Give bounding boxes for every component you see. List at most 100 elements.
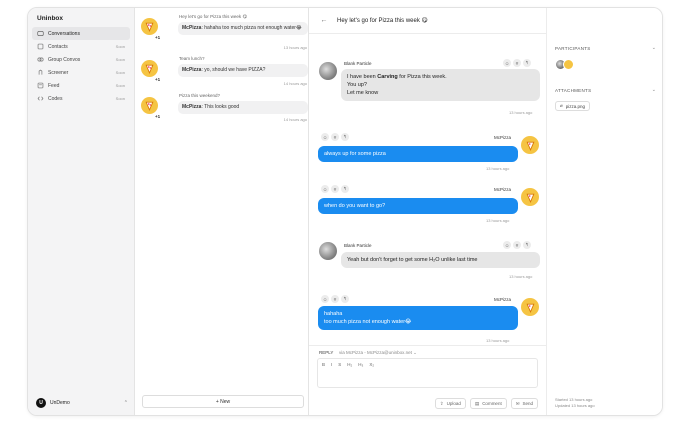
message-actions: ☺ # ↰ — [503, 241, 533, 249]
message-text-bold: Carving — [377, 74, 398, 80]
reply-icon[interactable]: ↰ — [341, 185, 349, 193]
message-text-pre: I have been — [347, 74, 378, 80]
upload-button[interactable]: ⇪ Upload — [434, 398, 466, 409]
feed-icon — [37, 82, 44, 89]
message-actions: ☺ # ↰ — [321, 133, 351, 141]
sidebar-item-screener[interactable]: Screener Soon — [32, 66, 130, 79]
list-item[interactable]: +1 Pizza this weekend? McPizza: This loo… — [141, 93, 308, 131]
message-text: when do you want to go? — [324, 203, 386, 209]
message-sender: McPizza — [494, 187, 512, 192]
upload-label: Upload — [446, 401, 461, 406]
preview-sender: McPizza — [182, 104, 202, 110]
message-outgoing: ☺ # ↰ McPizza when do you want to go? 13 h… — [309, 184, 546, 224]
screener-icon — [37, 69, 44, 76]
contacts-icon — [37, 43, 44, 50]
heading2-button[interactable]: H₂ — [347, 362, 352, 367]
sidebar-item-codes[interactable]: Codes Soon — [32, 92, 130, 105]
reply-icon[interactable]: ↰ — [523, 241, 531, 249]
emoji-icon[interactable]: ☺ — [321, 185, 329, 193]
conversation-subject: Hey let's go for Pizza this week 😋 — [179, 14, 248, 19]
group-icon — [37, 56, 44, 63]
sidebar: Uninbox Conversations Contacts Soon Grou… — [28, 8, 135, 415]
emoji-icon[interactable]: ☺ — [503, 241, 511, 249]
message-actions: ☺ # ↰ — [503, 59, 533, 67]
attachments-heading: ATTACHMENTS — [555, 88, 592, 93]
participant-avatars — [555, 59, 574, 70]
soon-badge: Soon — [115, 70, 125, 75]
reply-editor[interactable]: B I S H₂ H₃ X₂ — [317, 358, 538, 388]
subscript-button[interactable]: X₂ — [369, 362, 374, 367]
reply-icon[interactable]: ↰ — [523, 59, 531, 67]
preview-text: : yo, should we have PIZZA? — [201, 67, 266, 73]
attachment-name: pizza.png — [565, 103, 585, 109]
app-window: Uninbox Conversations Contacts Soon Grou… — [27, 7, 663, 416]
message-outgoing: ☺ # ↰ McPizza always up for some pizza 13 … — [309, 132, 546, 172]
pizza-avatar-icon — [141, 60, 158, 77]
message-sender: Blank Particle — [344, 243, 372, 248]
send-button[interactable]: ✉ Send — [510, 398, 538, 409]
reply-composer: REPLY via McPizza - McPizza@uninbox.net … — [309, 345, 546, 415]
reply-icon[interactable]: ↰ — [341, 295, 349, 303]
chevron-down-icon[interactable]: ⌄ — [652, 45, 656, 51]
bold-button[interactable]: B — [322, 362, 325, 367]
chevron-down-icon[interactable]: ⌄ — [652, 87, 656, 93]
message-incoming: Blank Particle ☺ # ↰ I have been Carving f… — [309, 58, 546, 118]
emoji-icon[interactable]: ☺ — [321, 133, 329, 141]
comment-icon[interactable]: # — [331, 295, 339, 303]
list-item[interactable]: +1 Team lunch? McPizza: yo, should we ha… — [141, 56, 308, 94]
conversation-list: +1 Hey let's go for Pizza this week 😋 Mc… — [135, 8, 309, 415]
message-text: hahaha — [324, 311, 343, 317]
sidebar-item-label: Screener — [48, 69, 69, 76]
message-text: I have been Carving for Pizza this week. — [347, 73, 534, 81]
sidebar-item-label: Conversations — [48, 30, 80, 37]
sidebar-item-contacts[interactable]: Contacts Soon — [32, 40, 130, 53]
app-name: Uninbox — [37, 15, 63, 22]
formatting-toolbar: B I S H₂ H₃ X₂ — [322, 362, 380, 367]
list-item[interactable]: +1 Hey let's go for Pizza this week 😋 Mc… — [141, 14, 308, 52]
send-label: Send — [522, 401, 533, 406]
sidebar-item-label: Contacts — [48, 43, 68, 50]
conversation-time: 13 hours ago — [283, 45, 307, 50]
italic-button[interactable]: I — [331, 362, 332, 367]
attachment-chip[interactable]: ⌀ pizza.png — [555, 101, 590, 111]
sidebar-item-feed[interactable]: Feed Soon — [32, 79, 130, 92]
reply-icon[interactable]: ↰ — [341, 133, 349, 141]
message-time: 13 hours ago — [486, 166, 510, 171]
paperclip-icon: ⌀ — [560, 103, 563, 108]
comment-icon[interactable]: # — [331, 185, 339, 193]
soon-badge: Soon — [115, 44, 125, 49]
message-bubble: I have been Carving for Pizza this week.… — [341, 69, 540, 101]
soon-badge: Soon — [115, 96, 125, 101]
message-actions: ☺ # ↰ — [321, 185, 351, 193]
reply-label: REPLY — [319, 350, 334, 355]
user-menu[interactable]: U UnDemo ⌃ — [36, 398, 128, 408]
message-time: 13 hours ago — [486, 218, 510, 223]
reply-actions: ⇪ Upload ▤ Comment ✉ Send — [431, 398, 538, 409]
sidebar-item-conversations[interactable]: Conversations — [32, 27, 130, 40]
conversation-preview: McPizza: yo, should we have PIZZA? — [178, 64, 308, 77]
message-text-post: for Pizza this week. — [397, 74, 447, 80]
user-name: UnDemo — [50, 400, 70, 406]
strike-button[interactable]: S — [338, 362, 341, 367]
emoji-icon[interactable]: ☺ — [503, 59, 511, 67]
chat-icon — [37, 30, 44, 37]
message-text: Yeah but don't forget to get some H₂O un… — [347, 257, 478, 263]
comment-icon[interactable]: # — [513, 59, 521, 67]
heading3-button[interactable]: H₃ — [358, 362, 363, 367]
participants-heading: PARTICIPANTS — [555, 46, 591, 51]
sidebar-nav: Conversations Contacts Soon Group Convos… — [32, 27, 130, 105]
comment-icon[interactable]: # — [331, 133, 339, 141]
comment-button[interactable]: ▤ Comment — [469, 398, 507, 409]
preview-sender: McPizza — [182, 67, 202, 73]
message-bubble: Yeah but don't forget to get some H₂O un… — [341, 252, 540, 268]
sidebar-item-group-convos[interactable]: Group Convos Soon — [32, 53, 130, 66]
back-arrow-icon[interactable]: ← — [319, 16, 329, 26]
comment-icon[interactable]: # — [513, 241, 521, 249]
reply-via-select[interactable]: via McPizza - McPizza@uninbox.net ⌄ — [339, 350, 417, 356]
pizza-avatar-icon[interactable] — [563, 59, 574, 70]
message-bubble: always up for some pizza — [318, 146, 518, 162]
emoji-icon[interactable]: ☺ — [321, 295, 329, 303]
message-text: too much pizza not enough water😂 — [324, 319, 412, 325]
new-conversation-button[interactable]: + New — [142, 395, 304, 408]
message-time: 13 hours ago — [509, 274, 533, 279]
